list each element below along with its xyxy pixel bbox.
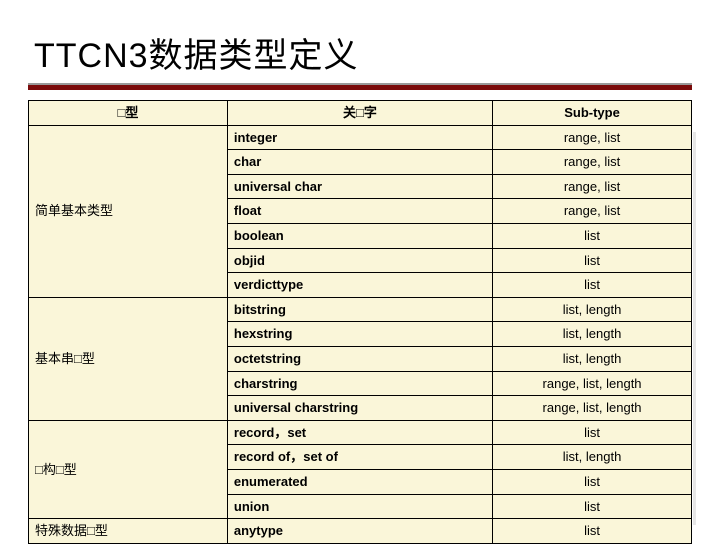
table-row: 特殊数据□型anytypelist: [29, 519, 692, 544]
type-table: □型 关□字 Sub-type 简单基本类型integerrange, list…: [28, 100, 692, 544]
keyword-cell: octetstring: [227, 346, 492, 371]
subtype-cell: list: [493, 469, 692, 494]
table-row: 简单基本类型integerrange, list: [29, 125, 692, 150]
table-shadow: [693, 132, 696, 525]
col-keyword: 关□字: [227, 101, 492, 126]
subtype-cell: range, list: [493, 199, 692, 224]
category-cell: 特殊数据□型: [29, 519, 228, 544]
subtype-cell: list, length: [493, 346, 692, 371]
subtype-cell: range, list: [493, 125, 692, 150]
subtype-cell: range, list: [493, 150, 692, 175]
keyword-cell: float: [227, 199, 492, 224]
keyword-cell: char: [227, 150, 492, 175]
page-title: TTCN3数据类型定义: [34, 28, 692, 77]
col-type: □型: [29, 101, 228, 126]
subtype-cell: list: [493, 420, 692, 445]
keyword-cell: objid: [227, 248, 492, 273]
keyword-cell: universal char: [227, 174, 492, 199]
table-row: 基本串□型bitstringlist, length: [29, 297, 692, 322]
subtype-cell: list: [493, 494, 692, 519]
subtype-cell: list: [493, 223, 692, 248]
keyword-cell: universal charstring: [227, 396, 492, 421]
keyword-cell: boolean: [227, 223, 492, 248]
table-body: 简单基本类型integerrange, listcharrange, listu…: [29, 125, 692, 543]
slide: TTCN3数据类型定义 □型 关□字 Sub-type 简单基本类型intege…: [0, 0, 720, 540]
col-subtype: Sub-type: [493, 101, 692, 126]
subtype-cell: list, length: [493, 297, 692, 322]
subtype-cell: list, length: [493, 322, 692, 347]
subtype-cell: list, length: [493, 445, 692, 470]
keyword-cell: record of，set of: [227, 445, 492, 470]
keyword-cell: enumerated: [227, 469, 492, 494]
keyword-cell: bitstring: [227, 297, 492, 322]
keyword-cell: charstring: [227, 371, 492, 396]
rule-thick: [28, 85, 692, 90]
keyword-cell: anytype: [227, 519, 492, 544]
keyword-cell: union: [227, 494, 492, 519]
subtype-cell: range, list: [493, 174, 692, 199]
subtype-cell: range, list, length: [493, 396, 692, 421]
subtype-cell: list: [493, 248, 692, 273]
category-cell: 简单基本类型: [29, 125, 228, 297]
keyword-cell: hexstring: [227, 322, 492, 347]
keyword-cell: verdicttype: [227, 273, 492, 298]
category-cell: □构□型: [29, 420, 228, 518]
keyword-cell: record，set: [227, 420, 492, 445]
category-cell: 基本串□型: [29, 297, 228, 420]
subtype-cell: range, list, length: [493, 371, 692, 396]
keyword-cell: integer: [227, 125, 492, 150]
table-row: □构□型record，setlist: [29, 420, 692, 445]
table-header-row: □型 关□字 Sub-type: [29, 101, 692, 126]
subtype-cell: list: [493, 519, 692, 544]
subtype-cell: list: [493, 273, 692, 298]
